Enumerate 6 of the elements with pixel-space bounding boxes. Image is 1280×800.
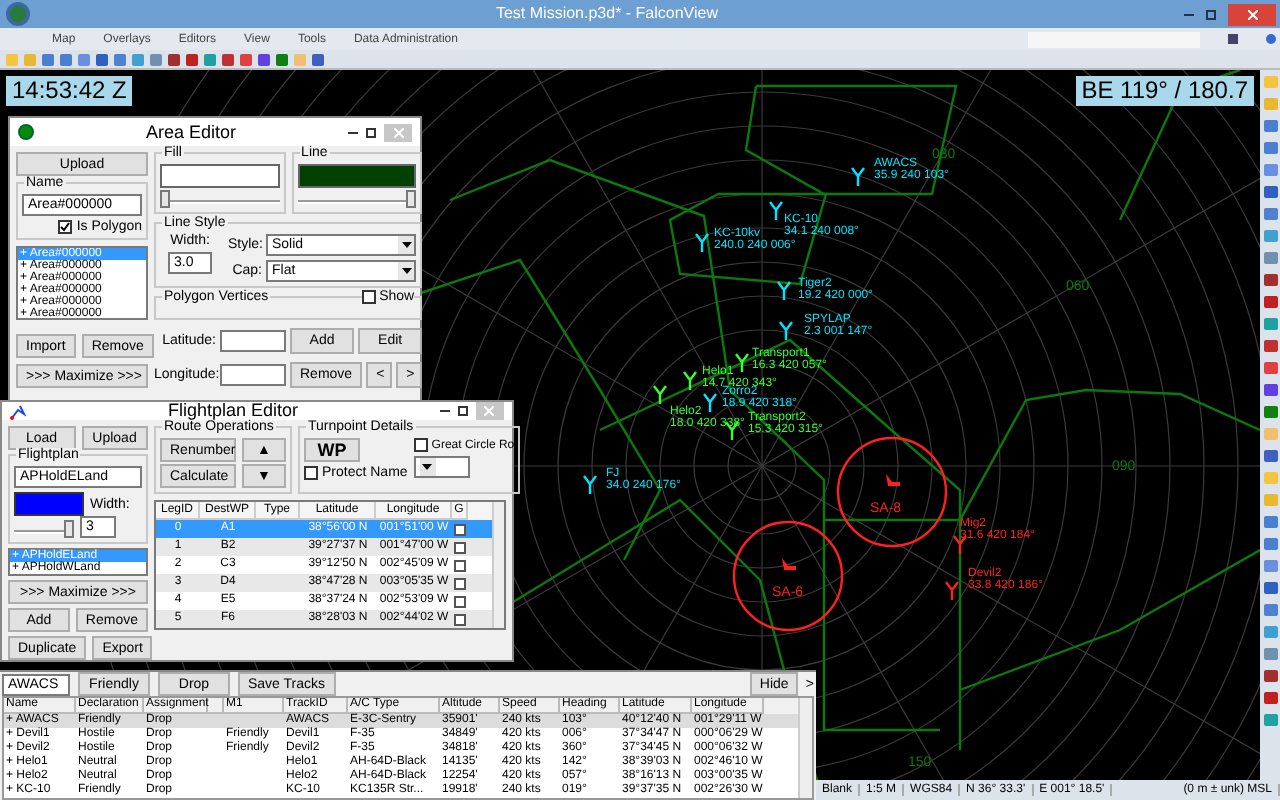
waypoint-button[interactable]: WP: [304, 438, 360, 462]
window-title: Test Mission.p3d* - FalconView: [493, 6, 720, 22]
clock: 14:53:42 Z: [6, 76, 133, 106]
bullseye-readout: BE 119° / 180.7: [1075, 76, 1254, 106]
window-title: Area Editor: [145, 123, 237, 141]
window-title: Flightplan Editor: [167, 402, 299, 420]
